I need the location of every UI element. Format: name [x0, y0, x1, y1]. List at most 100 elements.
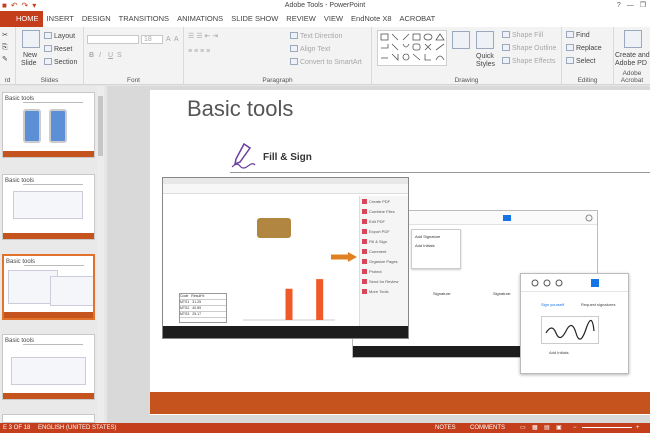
sign-yourself-option[interactable]: Sign yourself	[541, 300, 564, 309]
signature-box[interactable]	[541, 316, 599, 344]
slide-thumbnail-4[interactable]: Basic tools	[2, 334, 95, 400]
tools-pane-item[interactable]: Send for Review	[362, 277, 407, 286]
tools-pane-item[interactable]: Protect	[362, 267, 407, 276]
replace-icon	[566, 44, 574, 51]
replace-label: Replace	[576, 45, 602, 52]
shrink-font-icon[interactable]: A	[174, 35, 179, 44]
shape-outline-button[interactable]: Shape Outline	[502, 44, 556, 53]
tab-view[interactable]: VIEW	[320, 11, 347, 27]
tools-pane-item[interactable]: Combine Files	[362, 207, 407, 216]
shape-fill-label: Shape Fill	[512, 32, 544, 39]
slide-canvas[interactable]: Basic tools Fill & Sign Add Signature Ad…	[150, 90, 650, 415]
font-size-value: 18	[144, 36, 152, 43]
slide-title[interactable]: Basic tools	[187, 96, 293, 122]
tab-acrobat[interactable]: ACROBAT	[396, 11, 440, 27]
thumbnail-bottom-bar	[3, 233, 94, 239]
strikethrough-button[interactable]: S	[117, 51, 122, 60]
quick-styles-button[interactable]	[476, 31, 496, 51]
slide-thumbnail-1[interactable]: Basic tools	[2, 92, 95, 158]
tab-insert[interactable]: INSERT	[43, 11, 78, 27]
slide-thumbnail-3[interactable]: Basic tools	[2, 254, 95, 320]
tools-pane-item[interactable]: Organize Pages	[362, 257, 407, 266]
scrollbar-thumb[interactable]	[98, 96, 103, 156]
tab-design[interactable]: DESIGN	[78, 11, 115, 27]
cut-icon[interactable]: ✂	[2, 31, 8, 40]
font-size-combo[interactable]: 18	[141, 35, 163, 44]
notes-button[interactable]: NOTES	[435, 423, 456, 433]
tools-pane-item[interactable]: Edit PDF	[362, 217, 407, 226]
tools-pane-item[interactable]: Comment	[362, 247, 407, 256]
zoom-slider[interactable]	[582, 427, 632, 428]
add-signature-option[interactable]: Add Signature	[415, 234, 457, 239]
tools-pane-item[interactable]: More Tools	[362, 287, 407, 296]
slide-thumbnail-5[interactable]	[2, 414, 95, 423]
zoom-out-button[interactable]: −	[573, 423, 577, 433]
tools-pane-item[interactable]: Fill & Sign	[362, 237, 407, 246]
arrange-icon	[452, 31, 470, 49]
thumbnail-rule	[24, 265, 84, 266]
copy-icon[interactable]: ⎘	[2, 43, 8, 52]
tab-animations[interactable]: ANIMATIONS	[173, 11, 227, 27]
signature-popup[interactable]: Add Signature Add Initials	[411, 229, 461, 269]
request-signatures-option[interactable]: Request signatures	[581, 300, 615, 309]
arrange-button[interactable]	[452, 31, 472, 51]
new-slide-button[interactable]	[22, 30, 42, 50]
tab-transitions[interactable]: TRANSITIONS	[115, 11, 173, 27]
fill-sign-heading[interactable]: Fill & Sign	[263, 152, 312, 163]
align-icons[interactable]: ≡ ≡ ≡ ≡	[188, 47, 210, 56]
select-button[interactable]: Select	[566, 57, 595, 66]
minimize-button[interactable]: —	[627, 0, 634, 11]
text-direction-button[interactable]: Text Direction	[290, 32, 342, 41]
help-button[interactable]: ?	[617, 0, 621, 11]
reset-button[interactable]: Reset	[44, 45, 72, 54]
adobe-pdf-label: Adobe PD	[615, 60, 647, 67]
result-table: Code Result% MTS1 31.25 MTS2 40.89 MTS3 …	[179, 293, 227, 323]
add-initials-option[interactable]: Add Initials	[415, 243, 457, 248]
replace-button[interactable]: Replace	[566, 44, 602, 53]
convert-smartart-button[interactable]: Convert to SmartArt	[290, 58, 362, 67]
comments-button[interactable]: COMMENTS	[470, 423, 505, 433]
reading-view-icon[interactable]: ▤	[544, 423, 550, 433]
tab-review[interactable]: REVIEW	[282, 11, 320, 27]
bold-button[interactable]: B	[89, 51, 94, 60]
tab-endnote[interactable]: EndNote X8	[347, 11, 395, 27]
section-button[interactable]: Section	[44, 58, 77, 67]
screenshot-image	[11, 357, 86, 385]
shape-effects-label: Shape Effects	[512, 58, 556, 65]
font-name-combo[interactable]	[87, 35, 139, 44]
normal-view-icon[interactable]: ▭	[520, 423, 526, 433]
tab-file[interactable]	[0, 11, 12, 27]
zoom-in-button[interactable]: +	[636, 423, 640, 433]
restore-button[interactable]: ❐	[640, 0, 646, 11]
language-indicator[interactable]: ENGLISH (UNITED STATES)	[38, 423, 116, 433]
slides-label: Slides	[40, 77, 59, 84]
shape-fill-button[interactable]: Shape Fill	[502, 31, 543, 40]
add-initials-label: Add Initials	[549, 350, 569, 355]
grow-font-icon[interactable]: A	[166, 35, 171, 44]
align-text-button[interactable]: Align Text	[290, 45, 330, 54]
italic-button[interactable]: I	[99, 51, 101, 60]
slide-thumbnail-2[interactable]: Basic tools	[2, 174, 95, 240]
create-share-button[interactable]	[624, 30, 644, 50]
format-painter-icon[interactable]: ✎	[2, 55, 8, 64]
thumbnail-scrollbar[interactable]	[97, 86, 104, 423]
bullets-icon[interactable]: ☰ ☰ ⇤ ⇥	[188, 32, 218, 41]
tab-home[interactable]: HOME	[12, 11, 43, 27]
sign-toolbar-icons	[531, 279, 599, 287]
slide-sorter-icon[interactable]: ▦	[532, 423, 538, 433]
tab-slide-show[interactable]: SLIDE SHOW	[227, 11, 282, 27]
layout-button[interactable]: Layout	[44, 32, 75, 41]
underline-button[interactable]: U	[108, 51, 113, 60]
acrobat-tools-pane: Create PDF Combine Files Edit PDF Export PD…	[359, 196, 408, 326]
find-button[interactable]: Find	[566, 31, 590, 40]
shape-effects-icon	[502, 57, 510, 64]
shape-effects-button[interactable]: Shape Effects	[502, 57, 555, 66]
tools-pane-item[interactable]: Create PDF	[362, 197, 407, 206]
slideshow-icon[interactable]: ▣	[556, 423, 562, 433]
tools-pane-item[interactable]: Export PDF	[362, 227, 407, 236]
acrobat-screenshot[interactable]: Code Result% MTS1 31.25 MTS2 40.89 MTS3 …	[162, 177, 409, 339]
sign-yourself-screenshot[interactable]: Sign yourself Request signatures Add Ini…	[520, 273, 629, 374]
quick-styles-label2: Styles	[476, 61, 496, 68]
shapes-gallery[interactable]	[377, 30, 447, 66]
select-icon	[566, 57, 574, 64]
